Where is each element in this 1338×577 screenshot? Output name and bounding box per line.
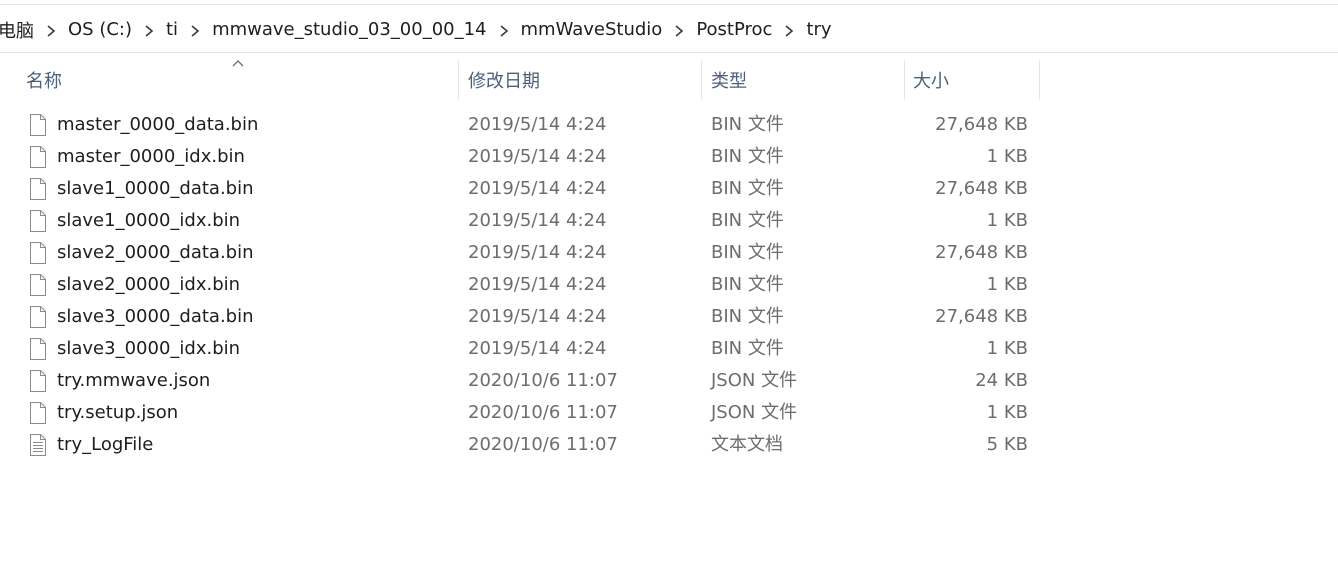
file-name: slave2_0000_data.bin	[57, 242, 254, 263]
file-name: slave3_0000_data.bin	[57, 306, 254, 327]
file-row[interactable]: try.mmwave.json 2020/10/6 11:07 JSON 文件 …	[0, 365, 1338, 397]
file-type: BIN 文件	[711, 274, 784, 295]
file-date: 2020/10/6 11:07	[468, 434, 618, 455]
file-name: master_0000_data.bin	[57, 114, 259, 135]
blank-file-icon	[30, 306, 46, 328]
file-type: JSON 文件	[711, 402, 798, 423]
breadcrumb-item-ti[interactable]: ti	[164, 19, 180, 40]
file-date: 2019/5/14 4:24	[468, 242, 607, 263]
file-type: JSON 文件	[711, 370, 798, 391]
file-type: BIN 文件	[711, 178, 784, 199]
file-date: 2019/5/14 4:24	[468, 338, 607, 359]
file-name: try.mmwave.json	[57, 370, 211, 391]
file-size: 27,648 KB	[935, 178, 1028, 199]
column-header-date[interactable]: 修改日期	[468, 60, 701, 100]
file-size: 24 KB	[975, 370, 1028, 391]
chevron-right-icon[interactable]	[489, 20, 519, 39]
column-header-size[interactable]: 大小	[913, 60, 1039, 100]
blank-file-icon	[30, 338, 46, 360]
file-row[interactable]: try_LogFile 2020/10/6 11:07 文本文档 5 KB	[0, 429, 1338, 461]
file-name: slave3_0000_idx.bin	[57, 338, 241, 359]
file-date: 2019/5/14 4:24	[468, 306, 607, 327]
file-size: 1 KB	[986, 274, 1028, 295]
blank-file-icon	[30, 242, 46, 264]
column-divider[interactable]	[904, 60, 905, 100]
file-size: 27,648 KB	[935, 306, 1028, 327]
file-name: slave1_0000_data.bin	[57, 178, 254, 199]
file-type: BIN 文件	[711, 306, 784, 327]
column-header: 名称 修改日期 类型 大小	[0, 60, 1338, 100]
file-list: master_0000_data.bin 2019/5/14 4:24 BIN …	[0, 109, 1338, 461]
file-date: 2019/5/14 4:24	[468, 146, 607, 167]
file-row[interactable]: master_0000_idx.bin 2019/5/14 4:24 BIN 文…	[0, 141, 1338, 173]
file-name: master_0000_idx.bin	[57, 146, 245, 167]
file-name: slave1_0000_idx.bin	[57, 210, 241, 231]
chevron-right-icon[interactable]	[664, 20, 694, 39]
file-type: BIN 文件	[711, 114, 784, 135]
breadcrumb-item-computer[interactable]: 电脑	[0, 17, 36, 43]
file-size: 27,648 KB	[935, 114, 1028, 135]
chevron-right-icon[interactable]	[774, 20, 804, 39]
file-size: 1 KB	[986, 146, 1028, 167]
file-row[interactable]: slave2_0000_data.bin 2019/5/14 4:24 BIN …	[0, 237, 1338, 269]
file-row[interactable]: slave3_0000_idx.bin 2019/5/14 4:24 BIN 文…	[0, 333, 1338, 365]
breadcrumb: 电脑 OS (C:) ti mmwave_studio_03_00_00_14 …	[0, 7, 1338, 53]
file-type: 文本文档	[711, 434, 783, 455]
file-row[interactable]: slave1_0000_data.bin 2019/5/14 4:24 BIN …	[0, 173, 1338, 205]
file-type: BIN 文件	[711, 210, 784, 231]
blank-file-icon	[30, 402, 46, 424]
chevron-right-icon[interactable]	[180, 20, 210, 39]
breadcrumb-item-mmwave-studio[interactable]: mmwave_studio_03_00_00_14	[210, 19, 488, 40]
file-size: 27,648 KB	[935, 242, 1028, 263]
file-name: try_LogFile	[57, 434, 154, 455]
file-type: BIN 文件	[711, 242, 784, 263]
column-divider[interactable]	[458, 60, 459, 100]
column-divider[interactable]	[1039, 60, 1040, 100]
chevron-right-icon[interactable]	[134, 20, 164, 39]
column-header-type[interactable]: 类型	[711, 60, 904, 100]
file-row[interactable]: slave1_0000_idx.bin 2019/5/14 4:24 BIN 文…	[0, 205, 1338, 237]
chevron-right-icon[interactable]	[36, 20, 66, 39]
text-file-icon	[30, 434, 46, 456]
file-size: 5 KB	[986, 434, 1028, 455]
file-name: slave2_0000_idx.bin	[57, 274, 241, 295]
file-date: 2019/5/14 4:24	[468, 178, 607, 199]
file-row[interactable]: slave3_0000_data.bin 2019/5/14 4:24 BIN …	[0, 301, 1338, 333]
breadcrumb-item-try[interactable]: try	[804, 19, 833, 40]
blank-file-icon	[30, 114, 46, 136]
file-row[interactable]: master_0000_data.bin 2019/5/14 4:24 BIN …	[0, 109, 1338, 141]
column-header-name[interactable]: 名称	[26, 60, 458, 100]
top-divider	[0, 4, 1338, 5]
file-type: BIN 文件	[711, 146, 784, 167]
file-name: try.setup.json	[57, 402, 179, 423]
file-date: 2020/10/6 11:07	[468, 402, 618, 423]
blank-file-icon	[30, 210, 46, 232]
file-row[interactable]: slave2_0000_idx.bin 2019/5/14 4:24 BIN 文…	[0, 269, 1338, 301]
file-date: 2020/10/6 11:07	[468, 370, 618, 391]
blank-file-icon	[30, 370, 46, 392]
blank-file-icon	[30, 178, 46, 200]
breadcrumb-item-drive[interactable]: OS (C:)	[66, 19, 134, 40]
blank-file-icon	[30, 274, 46, 296]
breadcrumb-item-mmwavestudio[interactable]: mmWaveStudio	[519, 19, 665, 40]
file-size: 1 KB	[986, 210, 1028, 231]
file-row[interactable]: try.setup.json 2020/10/6 11:07 JSON 文件 1…	[0, 397, 1338, 429]
file-type: BIN 文件	[711, 338, 784, 359]
column-divider[interactable]	[701, 60, 702, 100]
file-size: 1 KB	[986, 402, 1028, 423]
file-date: 2019/5/14 4:24	[468, 210, 607, 231]
file-date: 2019/5/14 4:24	[468, 114, 607, 135]
breadcrumb-item-postproc[interactable]: PostProc	[694, 19, 774, 40]
file-date: 2019/5/14 4:24	[468, 274, 607, 295]
file-size: 1 KB	[986, 338, 1028, 359]
blank-file-icon	[30, 146, 46, 168]
